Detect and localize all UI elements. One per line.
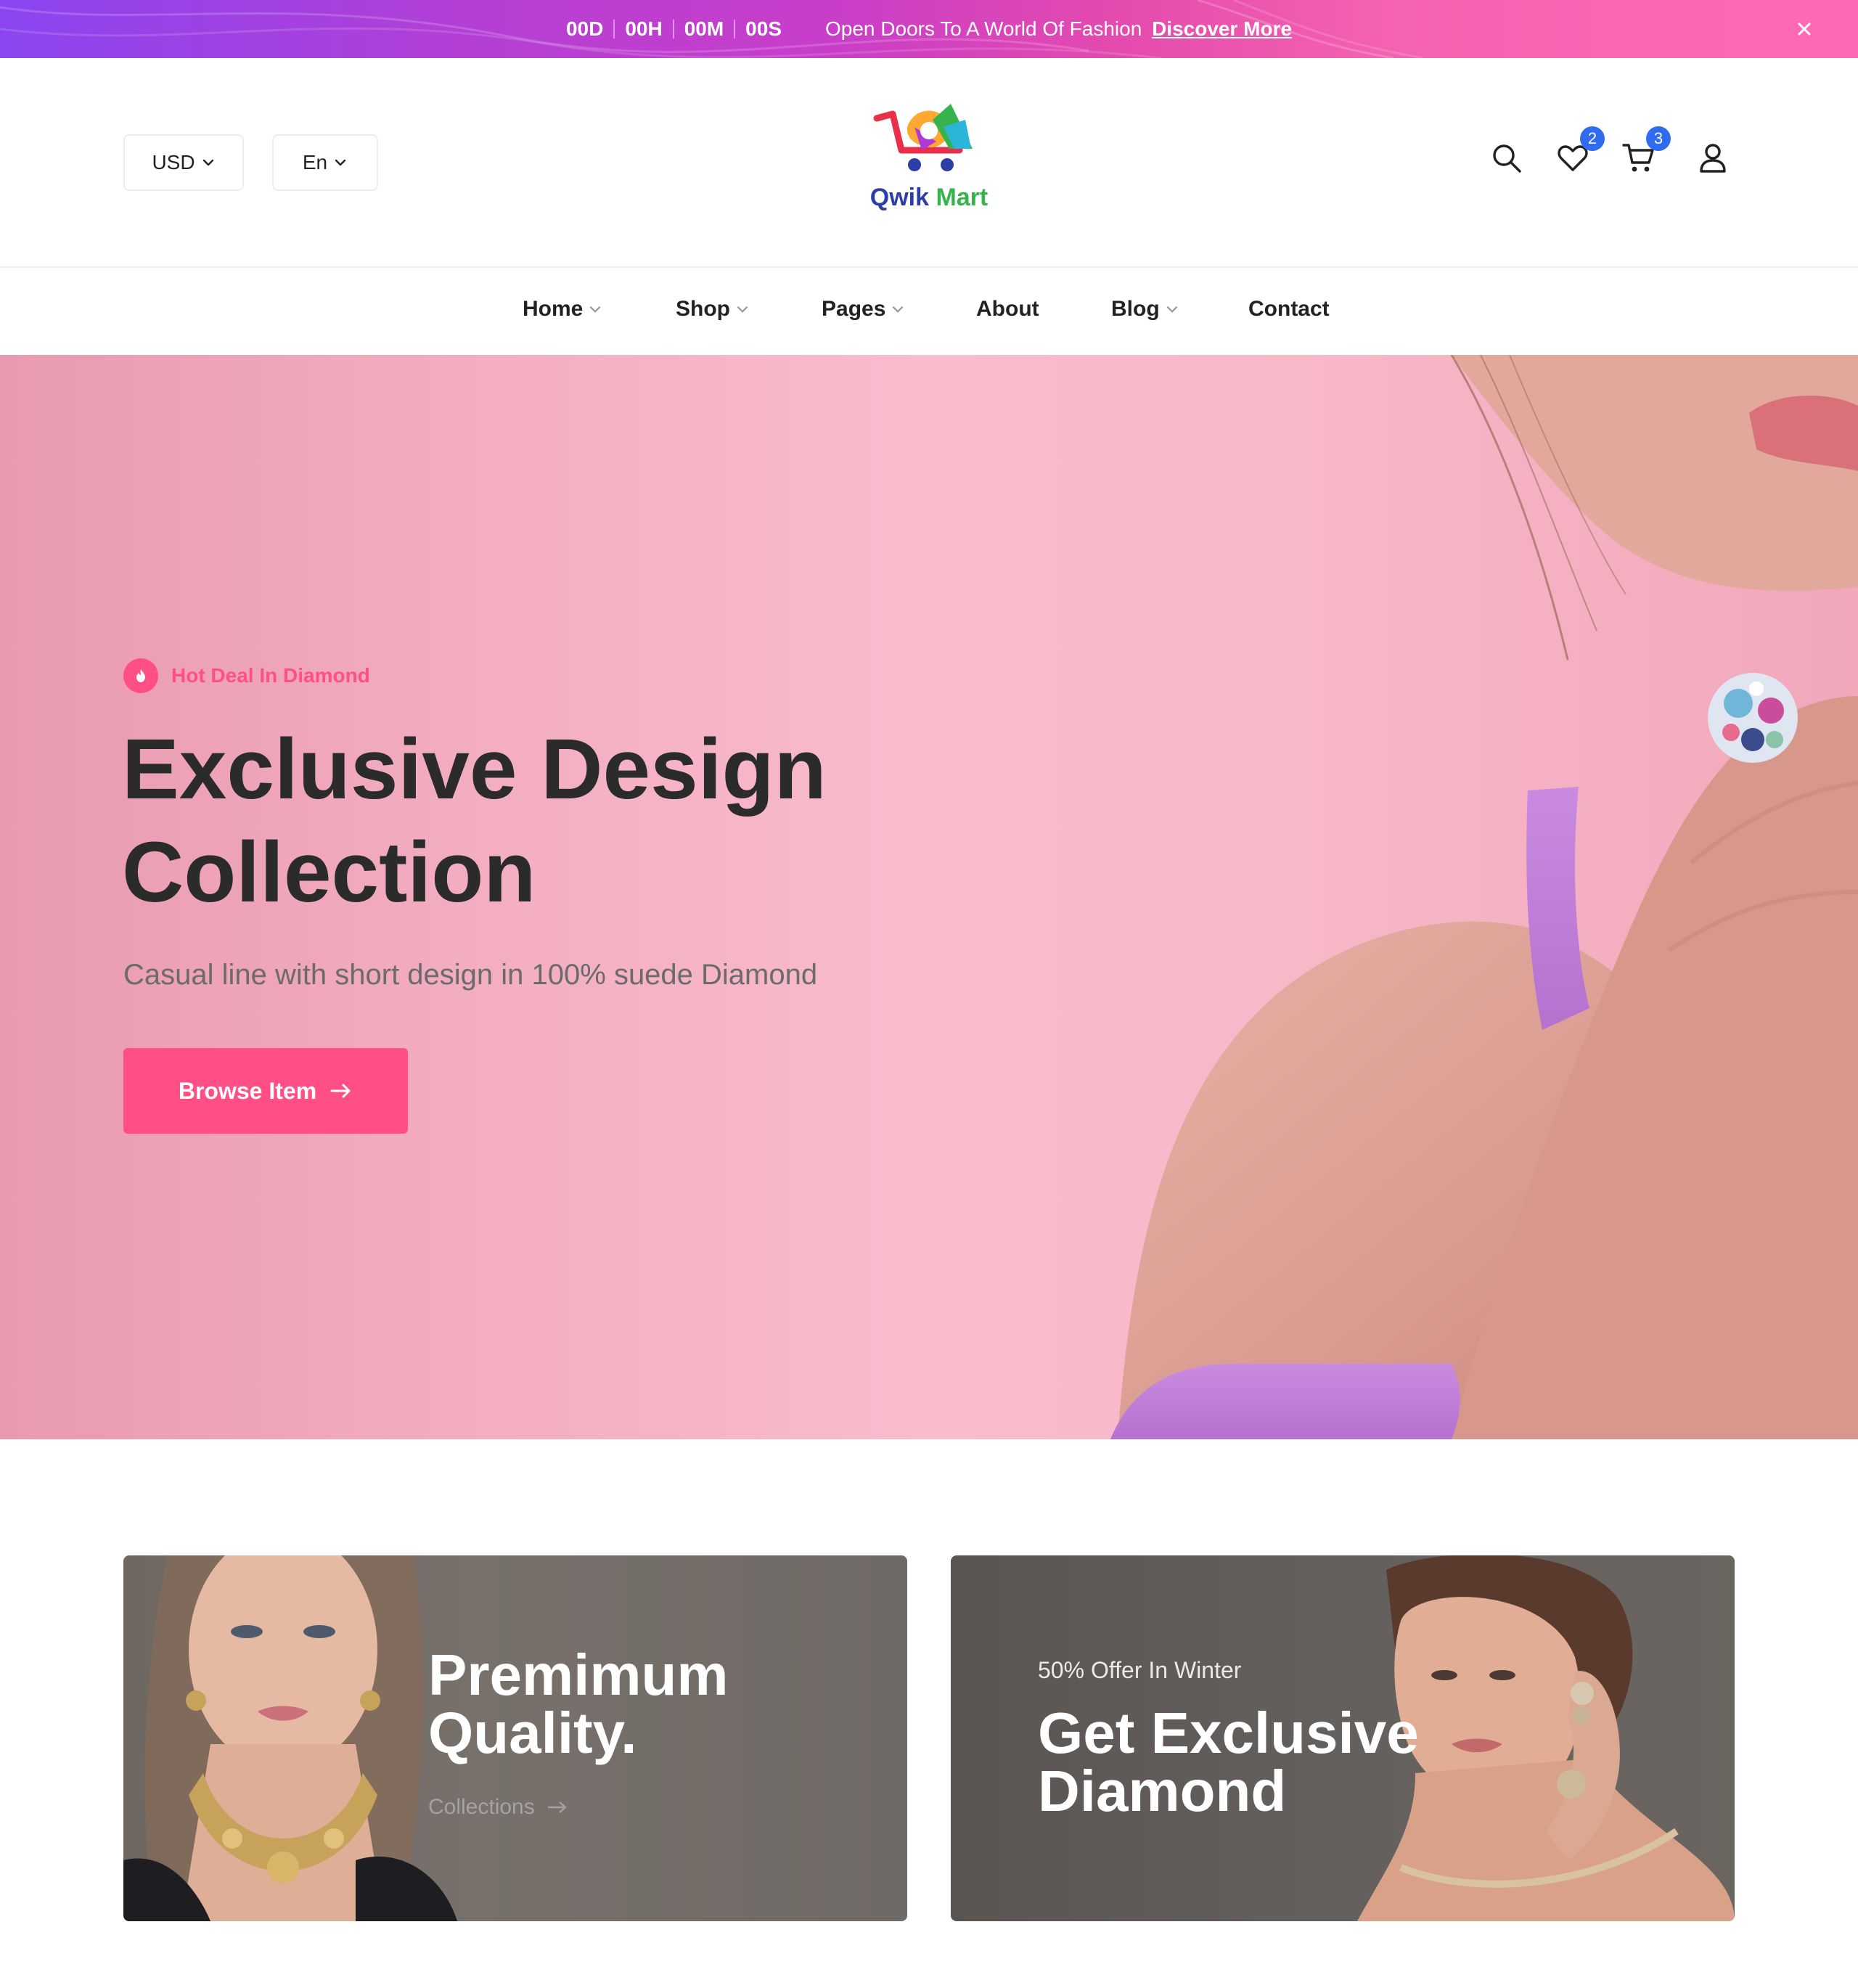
hero-banner: Hot Deal In Diamond Exclusive Design Col… [0, 355, 1858, 1439]
hero-title-line-1: Exclusive Design [122, 721, 827, 817]
nav-item-blog[interactable]: Blog [1111, 297, 1180, 322]
chevron-down-icon [737, 306, 748, 313]
nav-item-contact[interactable]: Contact [1248, 297, 1330, 322]
hero-title-line-2: Collection [122, 825, 536, 920]
announcement-text: Open Doors To A World Of Fashion [825, 17, 1142, 40]
site-header: USD En Qwik Mart 2 3 [0, 58, 1858, 267]
cart-count-badge: 3 [1646, 126, 1671, 151]
currency-selector[interactable]: USD [123, 134, 244, 191]
search-icon[interactable] [1489, 141, 1524, 176]
logo-wordmark: Qwik Mart [860, 184, 998, 212]
chevron-down-icon [589, 306, 601, 313]
site-logo[interactable]: Qwik Mart [864, 98, 994, 229]
arrow-right-icon [330, 1084, 351, 1098]
promo-card-exclusive-diamond[interactable]: 50% Offer In Winter Get Exclusive Diamon… [951, 1555, 1735, 1921]
nav-label: Shop [676, 297, 730, 321]
discover-more-link[interactable]: Discover More [1152, 17, 1292, 40]
countdown-timer: 00D 00H 00M 00S [566, 17, 782, 41]
close-icon[interactable] [1794, 19, 1814, 39]
main-nav: Home Shop Pages About Blog Contact [0, 268, 1858, 355]
user-account-icon[interactable] [1695, 141, 1730, 176]
browse-item-label: Browse Item [178, 1077, 317, 1104]
nav-item-pages[interactable]: Pages [822, 297, 906, 322]
promo-title: Get Exclusive Diamond [1038, 1704, 1419, 1820]
chevron-down-icon [893, 306, 904, 313]
nav-label: Blog [1111, 297, 1160, 321]
promo-title-line-1: Premimum [428, 1643, 729, 1707]
countdown-seconds: 00S [745, 17, 782, 40]
logo-cart-icon [873, 104, 973, 171]
language-label: En [302, 151, 328, 173]
flame-icon [123, 658, 158, 693]
currency-label: USD [152, 151, 195, 173]
countdown-separator [672, 20, 674, 38]
promo-title: Premimum Quality. [428, 1646, 728, 1762]
wishlist-count-badge: 2 [1580, 126, 1605, 151]
promo-card-premium-quality[interactable]: Premimum Quality. Collections [123, 1555, 907, 1921]
nav-label: About [976, 297, 1039, 321]
nav-label: Pages [822, 297, 886, 321]
collections-label: Collections [428, 1795, 535, 1819]
announcement-bar: 00D 00H 00M 00S Open Doors To A World Of… [0, 0, 1858, 58]
countdown-hours: 00H [625, 17, 663, 40]
logo-word-2: Mart [936, 184, 989, 211]
countdown-separator [734, 20, 736, 38]
countdown-separator [613, 20, 615, 38]
hot-deal-text: Hot Deal In Diamond [171, 664, 370, 687]
hot-deal-label: Hot Deal In Diamond [123, 658, 370, 693]
wishlist-button[interactable]: 2 [1555, 126, 1605, 176]
browse-item-button[interactable]: Browse Item [123, 1048, 408, 1134]
countdown-minutes: 00M [684, 17, 724, 40]
arrow-right-icon [547, 1801, 567, 1813]
nav-item-shop[interactable]: Shop [676, 297, 750, 322]
nav-item-about[interactable]: About [976, 297, 1039, 322]
hero-subtitle: Casual line with short design in 100% su… [123, 959, 818, 991]
chevron-down-icon [335, 159, 346, 166]
nav-item-home[interactable]: Home [523, 297, 603, 322]
chevron-down-icon [1166, 306, 1178, 313]
nav-label: Home [523, 297, 584, 321]
collections-link[interactable]: Collections [428, 1795, 568, 1820]
countdown-days: 00D [565, 17, 604, 40]
promo-kicker: 50% Offer In Winter [1038, 1657, 1242, 1683]
language-selector[interactable]: En [272, 134, 378, 191]
promo-title-line-1: Get Exclusive [1038, 1701, 1419, 1765]
chevron-down-icon [202, 159, 213, 166]
hero-title: Exclusive Design Collection [122, 718, 920, 924]
promo-title-line-2: Diamond [1038, 1759, 1287, 1823]
nav-label: Contact [1248, 297, 1330, 321]
announcement-message: Open Doors To A World Of Fashion Discove… [825, 17, 1292, 41]
logo-word-1: Qwik [869, 184, 929, 211]
promo-title-line-2: Quality. [428, 1701, 637, 1765]
cart-button[interactable]: 3 [1621, 126, 1671, 176]
